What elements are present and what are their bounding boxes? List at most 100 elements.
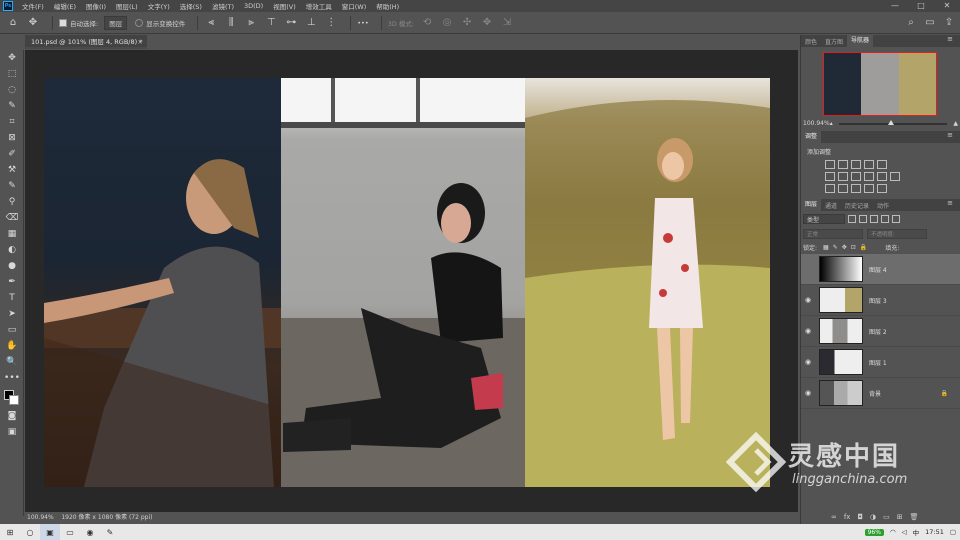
menu-layer[interactable]: 图层(L) bbox=[111, 1, 143, 11]
link-layers-icon[interactable]: ∞ bbox=[831, 513, 837, 521]
document-canvas[interactable] bbox=[44, 78, 770, 487]
layer-filter-dropdown[interactable]: 类型 bbox=[803, 214, 845, 224]
quick-select-tool-icon[interactable]: ✎ bbox=[0, 98, 24, 114]
hand-tool-icon[interactable]: ✋ bbox=[0, 338, 24, 354]
threshold-icon[interactable] bbox=[851, 184, 861, 193]
exposure-icon[interactable] bbox=[864, 160, 874, 169]
filter-adjustment-icon[interactable] bbox=[859, 215, 867, 223]
quick-mask-icon[interactable]: ◙ bbox=[0, 408, 24, 424]
filter-shape-icon[interactable] bbox=[881, 215, 889, 223]
tab-color[interactable]: 颜色 bbox=[801, 37, 821, 46]
tab-navigator[interactable]: 导航器 bbox=[847, 35, 874, 47]
menu-type[interactable]: 文字(Y) bbox=[143, 1, 175, 11]
tab-histogram[interactable]: 直方图 bbox=[821, 37, 847, 46]
layer-row[interactable]: ◉ 图层 1 bbox=[801, 347, 960, 378]
brightness-contrast-icon[interactable] bbox=[825, 160, 835, 169]
frame-tool-icon[interactable]: ⊠ bbox=[0, 130, 24, 146]
zoom-slider[interactable] bbox=[838, 119, 948, 125]
layer-name[interactable]: 背景 bbox=[869, 389, 881, 398]
type-tool-icon[interactable]: T bbox=[0, 290, 24, 306]
start-icon[interactable]: ⊞ bbox=[0, 524, 20, 540]
notification-icon[interactable]: ▢ bbox=[950, 528, 956, 536]
clone-stamp-tool-icon[interactable]: ⚲ bbox=[0, 194, 24, 210]
tab-actions[interactable]: 动作 bbox=[873, 201, 893, 210]
hue-saturation-icon[interactable] bbox=[825, 172, 835, 181]
pen-tool-icon[interactable]: ✒ bbox=[0, 274, 24, 290]
posterize-icon[interactable] bbox=[838, 184, 848, 193]
lock-paint-icon[interactable]: ✎ bbox=[833, 244, 838, 251]
menu-3d[interactable]: 3D(D) bbox=[239, 2, 268, 10]
tab-history[interactable]: 历史记录 bbox=[841, 201, 873, 210]
new-adjustment-icon[interactable]: ◑ bbox=[870, 513, 876, 521]
share-icon[interactable]: ⇪ bbox=[942, 16, 956, 30]
panel-menu-icon[interactable]: ≡ bbox=[943, 199, 957, 207]
burn-tool-icon[interactable]: ◐ bbox=[0, 242, 24, 258]
channel-mixer-icon[interactable] bbox=[877, 172, 887, 181]
color-lookup-icon[interactable] bbox=[890, 172, 900, 181]
lock-artboard-icon[interactable]: ⊡ bbox=[851, 244, 856, 251]
zoom-level[interactable]: 100.94% bbox=[27, 514, 54, 521]
auto-select-dropdown[interactable]: 图层 bbox=[104, 15, 128, 30]
color-swatches[interactable] bbox=[0, 388, 24, 408]
brush-tool-icon[interactable]: ✎ bbox=[0, 178, 24, 194]
trash-icon[interactable]: 🗑 bbox=[910, 513, 919, 521]
panel-menu-icon[interactable]: ≡ bbox=[943, 131, 957, 139]
more-options-button[interactable]: ••• bbox=[357, 19, 369, 27]
layer-row[interactable]: ◉ 背景 🔒 bbox=[801, 378, 960, 409]
app-icon[interactable]: ✎ bbox=[100, 524, 120, 540]
healing-brush-tool-icon[interactable]: ⚒ bbox=[0, 162, 24, 178]
show-transform-checkbox[interactable] bbox=[135, 18, 144, 27]
3d-orbit-icon[interactable]: ⟲ bbox=[420, 16, 434, 30]
document-tab[interactable]: 101.psd @ 101% (图层 4, RGB/8) * × bbox=[25, 35, 147, 49]
volume-icon[interactable]: ◁ bbox=[902, 528, 907, 536]
filter-type-icon[interactable] bbox=[870, 215, 878, 223]
screen-mode-icon[interactable]: ▣ bbox=[0, 424, 24, 440]
path-select-tool-icon[interactable]: ➤ bbox=[0, 306, 24, 322]
photo-filter-icon[interactable] bbox=[864, 172, 874, 181]
align-center-icon[interactable]: ⫼ bbox=[224, 16, 238, 30]
zoom-tool-icon[interactable]: 🔍 bbox=[0, 354, 24, 370]
minimize-icon[interactable]: — bbox=[882, 0, 908, 12]
layer-row[interactable]: ◉ 图层 3 bbox=[801, 285, 960, 316]
marquee-tool-icon[interactable]: ⬚ bbox=[0, 66, 24, 82]
eye-icon[interactable]: ◉ bbox=[801, 327, 815, 335]
opacity-label[interactable]: 不透明度: bbox=[867, 229, 927, 239]
eye-icon[interactable]: ◉ bbox=[801, 296, 815, 304]
close-tab-icon[interactable]: × bbox=[138, 35, 143, 49]
3d-pan-icon[interactable]: ✣ bbox=[460, 16, 474, 30]
levels-icon[interactable] bbox=[838, 160, 848, 169]
menu-select[interactable]: 选择(S) bbox=[175, 1, 207, 11]
tab-layers[interactable]: 图层 bbox=[801, 199, 822, 211]
background-color-swatch[interactable] bbox=[9, 395, 19, 405]
vibrance-icon[interactable] bbox=[877, 160, 887, 169]
maximize-icon[interactable]: □ bbox=[908, 0, 934, 12]
selective-color-icon[interactable] bbox=[864, 184, 874, 193]
align-middle-icon[interactable]: ⊶ bbox=[284, 16, 298, 30]
layer-name[interactable]: 图层 3 bbox=[869, 296, 887, 305]
align-left-icon[interactable]: ⫷ bbox=[204, 16, 218, 30]
menu-edit[interactable]: 编辑(E) bbox=[49, 1, 81, 11]
clock[interactable]: 17:51 bbox=[925, 528, 944, 536]
invert-icon[interactable] bbox=[825, 184, 835, 193]
network-icon[interactable]: ◠ bbox=[890, 528, 896, 536]
add-mask-icon[interactable]: ◘ bbox=[857, 513, 863, 521]
auto-select-checkbox[interactable] bbox=[59, 18, 67, 27]
menu-image[interactable]: 图像(I) bbox=[81, 1, 111, 11]
crop-tool-icon[interactable]: ⌗ bbox=[0, 114, 24, 130]
menu-window[interactable]: 窗口(W) bbox=[337, 1, 372, 11]
filter-smart-object-icon[interactable] bbox=[892, 215, 900, 223]
new-group-icon[interactable]: ▭ bbox=[883, 513, 890, 521]
lock-pixels-icon[interactable]: ▦ bbox=[823, 244, 829, 251]
blend-mode-dropdown[interactable]: 正常 bbox=[803, 229, 863, 239]
curves-icon[interactable] bbox=[851, 160, 861, 169]
align-top-icon[interactable]: ⊤ bbox=[264, 16, 278, 30]
panel-menu-icon[interactable]: ≡ bbox=[943, 35, 957, 43]
zoom-in-icon[interactable]: ▲ bbox=[953, 120, 958, 127]
search-icon[interactable]: ⌕ bbox=[904, 16, 918, 30]
layer-name[interactable]: 图层 2 bbox=[869, 327, 887, 336]
eraser-tool-icon[interactable]: ⌫ bbox=[0, 210, 24, 226]
menu-help[interactable]: 帮助(H) bbox=[371, 1, 404, 11]
menu-view[interactable]: 视图(V) bbox=[268, 1, 301, 11]
move-tool-icon[interactable]: ✥ bbox=[0, 50, 24, 66]
folder-icon[interactable]: ▭ bbox=[60, 524, 80, 540]
